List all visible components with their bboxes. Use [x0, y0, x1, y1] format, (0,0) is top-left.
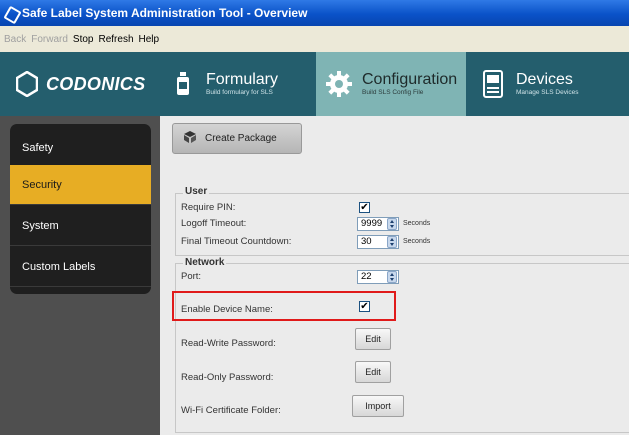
nav-configuration-subtitle: Build SLS Config File — [362, 89, 424, 96]
device-icon — [480, 69, 506, 99]
nav-devices-title: Devices — [516, 71, 573, 88]
nav-configuration-title: Configuration — [362, 71, 458, 88]
user-legend: User — [183, 186, 210, 197]
nav-formulary[interactable]: Formulary Build formulary for SLS — [170, 52, 310, 116]
device-name-label: Enable Device Name: — [181, 304, 273, 315]
nav-configuration[interactable]: Configuration Build SLS Config File — [316, 52, 466, 116]
sidebar-item-label: Custom Labels — [22, 260, 96, 273]
final-countdown-spinner[interactable] — [387, 236, 397, 248]
logoff-timeout-label: Logoff Timeout: — [181, 218, 247, 229]
rw-password-label: Read-Write Password: — [181, 338, 276, 349]
main-panel: Create Package User Require PIN: ✔ Logof… — [160, 116, 629, 435]
sidebar-item-system[interactable]: System — [10, 206, 151, 246]
port-label: Port: — [181, 271, 202, 282]
package-icon — [183, 130, 197, 147]
final-countdown-unit: Seconds — [403, 238, 431, 245]
ro-password-label: Read-Only Password: — [181, 372, 274, 383]
sidebar-item-label: System — [22, 219, 59, 232]
sidebar: Safety Security System Custom Labels — [0, 116, 160, 435]
logoff-timeout-unit: Seconds — [403, 220, 431, 227]
create-package-button[interactable]: Create Package — [172, 123, 302, 154]
final-countdown-label: Final Timeout Countdown: — [181, 236, 292, 247]
menu-help[interactable]: Help — [139, 34, 160, 45]
require-pin-label: Require PIN: — [181, 202, 236, 213]
nav-formulary-subtitle: Build formulary for SLS — [206, 89, 273, 96]
app-icon — [5, 6, 17, 20]
nav-devices[interactable]: Devices Manage SLS Devices — [480, 52, 629, 116]
menu-refresh[interactable]: Refresh — [99, 34, 134, 45]
network-legend: Network — [183, 257, 227, 268]
app-window: Safe Label System Administration Tool - … — [0, 0, 629, 435]
ro-password-edit-button[interactable]: Edit — [355, 361, 391, 383]
hexagon-logo-icon — [16, 71, 38, 97]
nav-formulary-title: Formulary — [206, 71, 279, 88]
sidebar-item-label: Security — [22, 178, 62, 191]
menu-stop[interactable]: Stop — [73, 34, 94, 45]
sidebar-item-safety[interactable]: Safety — [10, 128, 151, 168]
nav-devices-subtitle: Manage SLS Devices — [516, 89, 579, 96]
title-bar: Safe Label System Administration Tool - … — [0, 0, 629, 26]
menu-forward[interactable]: Forward — [31, 34, 68, 45]
logoff-timeout-spinner[interactable] — [387, 218, 397, 230]
wifi-import-button[interactable]: Import — [352, 395, 404, 417]
gear-icon — [326, 69, 352, 99]
app-header: CODONICS Formulary Build formulary for S… — [0, 52, 629, 116]
port-spinner[interactable] — [387, 271, 397, 283]
menu-back[interactable]: Back — [4, 34, 26, 45]
window-title: Safe Label System Administration Tool - … — [22, 6, 308, 20]
wifi-certificate-label: Wi-Fi Certificate Folder: — [181, 405, 281, 416]
create-package-label: Create Package — [205, 133, 277, 144]
menu-bar: Back Forward Stop Refresh Help — [0, 26, 629, 52]
device-name-checkbox[interactable]: ✔ — [359, 301, 370, 312]
codonics-logo: CODONICS — [0, 52, 160, 116]
require-pin-checkbox[interactable]: ✔ — [359, 202, 370, 213]
bottle-icon — [170, 69, 196, 99]
sidebar-item-security[interactable]: Security — [10, 165, 151, 205]
sidebar-item-label: Safety — [22, 141, 54, 154]
sidebar-item-custom-labels[interactable]: Custom Labels — [10, 247, 151, 287]
rw-password-edit-button[interactable]: Edit — [355, 328, 391, 350]
logo-text: CODONICS — [46, 73, 146, 94]
